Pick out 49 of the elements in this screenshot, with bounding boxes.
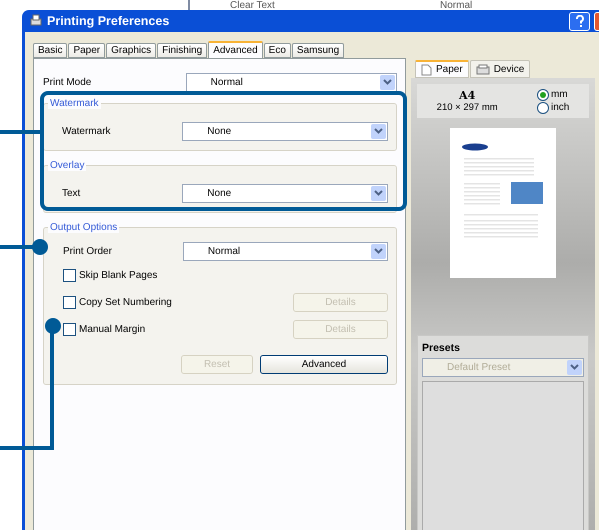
window-title: Printing Preferences xyxy=(47,14,170,28)
checkbox-label: Manual Margin xyxy=(79,324,146,335)
tab[interactable]: Paper xyxy=(68,43,106,58)
chevron-down-icon xyxy=(374,190,383,196)
dropdown[interactable]: Normal xyxy=(182,242,388,260)
help-button[interactable] xyxy=(569,12,590,30)
group-title: Watermark xyxy=(48,98,101,109)
radio-dot-icon xyxy=(540,92,546,98)
unit-radio[interactable]: inch xyxy=(536,102,570,114)
checkbox[interactable] xyxy=(63,269,76,282)
advanced-button[interactable]: Advanced xyxy=(260,355,388,374)
dropdown[interactable]: None xyxy=(182,122,388,140)
field-label: Print Order xyxy=(62,246,113,256)
radio-button[interactable] xyxy=(536,102,549,114)
checkbox[interactable] xyxy=(63,323,76,336)
chevron-down-icon xyxy=(570,364,579,371)
help-icon xyxy=(574,15,584,27)
printer-icon xyxy=(29,14,43,28)
field-label: Text xyxy=(61,188,82,198)
checkbox-label: Copy Set Numbering xyxy=(79,297,172,308)
group-title: Overlay xyxy=(48,160,86,171)
tab[interactable]: Samsung xyxy=(292,43,344,58)
tab[interactable]: Finishing xyxy=(157,43,208,58)
presets-title: Presets xyxy=(422,342,461,354)
table-cell-text: Normal xyxy=(439,0,474,13)
tab[interactable]: Eco xyxy=(264,43,291,58)
unit-radio[interactable]: mm xyxy=(536,88,570,100)
group-title: Output Options xyxy=(48,222,120,233)
radio-button[interactable] xyxy=(536,88,549,100)
tab[interactable]: Advanced xyxy=(208,41,263,58)
tab[interactable]: Paper xyxy=(415,60,469,78)
tab[interactable]: Device xyxy=(470,60,530,78)
paper-dimensions: 210 × 297 mm xyxy=(436,102,498,113)
dropdown[interactable]: None xyxy=(182,184,388,202)
printer-icon xyxy=(476,64,490,74)
checkbox-label: Skip Blank Pages xyxy=(79,270,158,281)
field-label: Watermark xyxy=(61,126,112,136)
field-label: Print Mode xyxy=(43,76,92,88)
chevron-down-icon xyxy=(374,128,383,134)
dropdown[interactable]: Normal xyxy=(186,72,397,92)
chevron-down-icon xyxy=(374,248,383,254)
table-cell-text: Clear Text xyxy=(229,0,276,13)
page-icon xyxy=(421,64,432,76)
chevron-down-icon xyxy=(383,78,392,86)
tab[interactable]: Basic xyxy=(33,43,68,58)
tab[interactable]: Graphics xyxy=(106,43,156,58)
checkbox[interactable] xyxy=(63,296,76,309)
paper-size: A4 xyxy=(459,89,476,102)
leader-line xyxy=(0,130,40,134)
